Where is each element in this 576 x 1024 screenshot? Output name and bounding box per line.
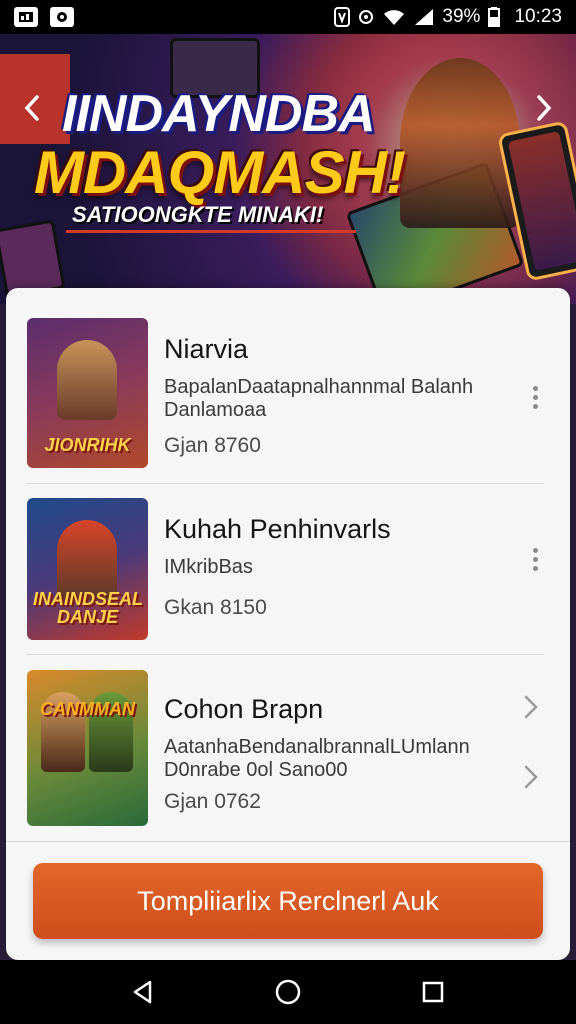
game-description: BapalanDaatapnalhannmal Balanh Danlamoaa bbox=[164, 376, 474, 421]
banner-title-line2: MDAQMASH! bbox=[34, 139, 406, 206]
home-circle-icon bbox=[275, 979, 301, 1005]
back-triangle-icon bbox=[133, 980, 151, 1004]
banner-next-button[interactable] bbox=[526, 90, 562, 126]
banner-title-line1: IINDAYNDBA bbox=[62, 85, 376, 143]
game-thumbnail: INAINDSEAL DANJE bbox=[27, 498, 148, 640]
recents-square-icon bbox=[423, 981, 444, 1003]
message-icon bbox=[50, 7, 74, 27]
game-title: Niarvia bbox=[164, 334, 249, 364]
battery-percent: 39% bbox=[442, 6, 481, 27]
status-bar: 39% 10:23 bbox=[0, 0, 576, 34]
game-thumbnail: JIONRIHK bbox=[27, 318, 148, 468]
game-price: Gjan 0762 bbox=[164, 790, 261, 813]
banner-subtitle: SATIOONGKTE MINAKI! bbox=[72, 202, 324, 227]
nfc-icon bbox=[334, 7, 351, 27]
recents-button[interactable] bbox=[413, 972, 453, 1012]
game-thumbnail: CANMMAN bbox=[27, 670, 148, 826]
screen: 39% 10:23 IINDAYNDBA MDAQMASH! SATIOONGK… bbox=[0, 0, 576, 1024]
sync-icon bbox=[359, 10, 374, 24]
back-button[interactable] bbox=[123, 972, 163, 1012]
hero-banner[interactable]: IINDAYNDBA MDAQMASH! SATIOONGKTE MINAKI! bbox=[0, 34, 576, 304]
game-price: Gjan 8760 bbox=[164, 434, 261, 457]
game-title: Cohon Brapn bbox=[164, 694, 324, 724]
game-description: AatanhaBendanalbrannalLUmlann D0nrabe 0o… bbox=[164, 736, 470, 781]
game-description: IMkribBas bbox=[164, 556, 253, 578]
home-button[interactable] bbox=[268, 972, 308, 1012]
battery-icon bbox=[488, 7, 501, 27]
banner-prev-button[interactable] bbox=[14, 90, 50, 126]
notification-icon bbox=[14, 7, 38, 27]
game-price: Gkan 8150 bbox=[164, 596, 267, 619]
clock: 10:23 bbox=[514, 6, 562, 27]
cta-button[interactable]: Tompliiarlix Rerclnerl Auk bbox=[33, 863, 543, 939]
system-nav-bar bbox=[0, 960, 576, 1024]
game-list-card: JIONRIHK Niarvia BapalanDaatapnalhannmal… bbox=[6, 288, 570, 960]
game-title: Kuhah Penhinvarls bbox=[164, 514, 391, 544]
wifi-icon bbox=[384, 10, 405, 25]
chevron-right-icon bbox=[537, 95, 552, 121]
chevron-right-icon[interactable] bbox=[522, 694, 540, 720]
list-item[interactable]: CANMMAN Cohon Brapn AatanhaBendanalbrann… bbox=[6, 670, 570, 826]
list-item[interactable]: JIONRIHK Niarvia BapalanDaatapnalhannmal… bbox=[6, 318, 570, 468]
list-item[interactable]: INAINDSEAL DANJE Kuhah Penhinvarls IMkri… bbox=[6, 498, 570, 640]
chevron-right-icon[interactable] bbox=[522, 764, 540, 790]
signal-icon bbox=[415, 9, 434, 25]
more-options-icon[interactable] bbox=[530, 548, 540, 571]
chevron-left-icon bbox=[24, 95, 39, 121]
more-options-icon[interactable] bbox=[530, 386, 540, 409]
